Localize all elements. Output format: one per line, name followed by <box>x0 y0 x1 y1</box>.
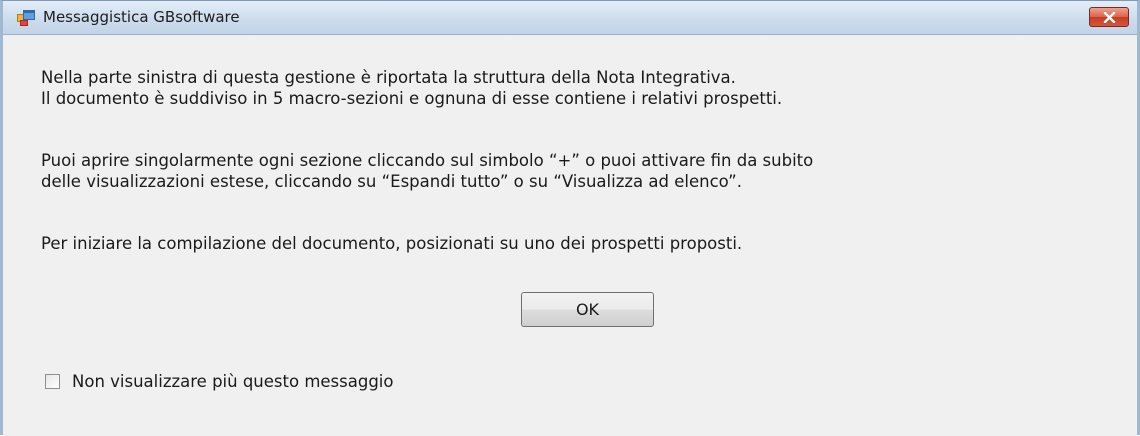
message-line: Nella parte sinistra di questa gestione … <box>41 68 736 87</box>
message-line: Per iniziare la compilazione del documen… <box>41 234 743 253</box>
message-line: Puoi aprire singolarmente ogni sezione c… <box>41 151 814 170</box>
dialog-body: Nella parte sinistra di questa gestione … <box>3 35 1137 436</box>
message-dialog: Messaggistica GBsoftware Nella parte sin… <box>0 0 1140 436</box>
dont-show-again-checkbox[interactable] <box>45 373 60 389</box>
message-line: Il documento è suddiviso in 5 macro-sezi… <box>41 89 783 108</box>
message-paragraph-1: Nella parte sinistra di questa gestione … <box>41 67 782 109</box>
message-line: delle visualizzazioni estese, cliccando … <box>41 172 742 191</box>
close-button[interactable] <box>1089 7 1129 27</box>
title-bar[interactable]: Messaggistica GBsoftware <box>3 1 1137 35</box>
message-paragraph-2: Puoi aprire singolarmente ogni sezione c… <box>41 150 813 192</box>
dont-show-again-label: Non visualizzare più questo messaggio <box>72 371 394 391</box>
ok-button[interactable]: OK <box>521 292 654 327</box>
close-icon <box>1103 12 1116 23</box>
message-paragraph-3: Per iniziare la compilazione del documen… <box>41 233 742 254</box>
app-window-icon <box>17 10 35 26</box>
dont-show-again-option[interactable]: Non visualizzare più questo messaggio <box>45 370 393 392</box>
window-title: Messaggistica GBsoftware <box>43 8 240 26</box>
